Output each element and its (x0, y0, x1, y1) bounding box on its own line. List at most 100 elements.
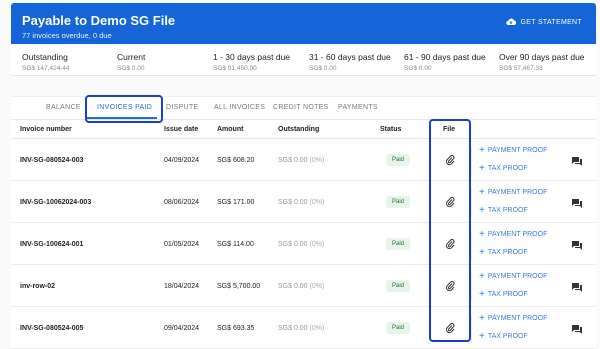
chat-icon[interactable] (571, 196, 583, 214)
plus-icon: + (479, 313, 485, 324)
add-tax-proof-button[interactable]: + TAX PROOF (479, 289, 528, 300)
outstanding-percent: (0%) (309, 199, 325, 206)
add-payment-proof-button[interactable]: + PAYMENT PROOF (479, 229, 548, 240)
add-tax-proof-button[interactable]: + TAX PROOF (479, 163, 528, 174)
table-row: inv-row-02 18/04/2024 SG$ 5,700.00 SG$ 0… (11, 265, 596, 307)
plus-icon: + (479, 271, 485, 282)
get-statement-label: GET STATEMENT (520, 18, 582, 26)
plus-icon: + (479, 289, 485, 300)
table-row: INV-SG-100624-001 01/05/2024 SG$ 114.00 … (11, 223, 596, 265)
page-subtitle: 77 invoices overdue, 0 due (22, 31, 112, 40)
row-divider (471, 315, 472, 343)
issue-date: 08/06/2024 (164, 199, 200, 206)
summary-current: Current SG$ 0.00 (117, 52, 145, 72)
summary-over-90: Over 90 days past due SG$ 57,467.33 (499, 52, 585, 72)
summary-61-90: 61 - 90 days past due SG$ 0.00 (404, 52, 486, 72)
summary-31-60: 31 - 60 days past due SG$ 0.00 (309, 52, 391, 72)
invoice-number[interactable]: INV-SG-080524-005 (20, 325, 83, 332)
table-row: INV-SG-080524-005 09/04/2024 SG$ 693.35 … (11, 307, 596, 349)
table-row: INV-SG-10062024-003 08/06/2024 SG$ 171.0… (11, 181, 596, 223)
amount: SG$ 608.20 (217, 157, 255, 164)
invoice-number[interactable]: inv-row-02 (20, 283, 55, 290)
add-tax-proof-button[interactable]: + TAX PROOF (479, 331, 528, 342)
col-outstanding: Outstanding (278, 126, 320, 133)
payment-proof-label: PAYMENT PROOF (487, 189, 548, 196)
status-badge: Paid (386, 196, 411, 208)
issue-date: 04/09/2024 (164, 157, 200, 164)
plus-icon: + (479, 187, 485, 198)
tax-proof-label: TAX PROOF (487, 333, 528, 340)
payment-proof-label: PAYMENT PROOF (487, 273, 548, 280)
payment-proof-label: PAYMENT PROOF (487, 231, 548, 238)
outstanding: SG$ 0.00 (0%) (278, 199, 324, 206)
plus-icon: + (479, 163, 485, 174)
table-row: INV-SG-080524-003 04/09/2024 SG$ 608.20 … (11, 139, 596, 181)
col-status: Status (380, 126, 402, 133)
status-badge: Paid (386, 238, 411, 250)
summary-1-30: 1 - 30 days past due SG$ 91,450.00 (213, 52, 290, 72)
tab-payments[interactable]: PAYMENTS (338, 104, 378, 111)
tab-all-invoices[interactable]: ALL INVOICES (214, 104, 265, 111)
add-payment-proof-button[interactable]: + PAYMENT PROOF (479, 271, 548, 282)
amount: SG$ 693.35 (217, 325, 255, 332)
summary-label: 1 - 30 days past due (213, 52, 291, 62)
aging-summary: Outstanding SG$ 147,424.44 Current SG$ 0… (11, 44, 596, 76)
col-invoice-number: Invoice number (20, 126, 72, 133)
highlight-invoices-paid-tab (85, 95, 163, 123)
summary-value: SG$ 0.00 (404, 65, 432, 72)
tax-proof-label: TAX PROOF (487, 165, 528, 172)
plus-icon: + (479, 331, 485, 342)
outstanding: SG$ 0.00 (0%) (278, 157, 324, 164)
outstanding-percent: (0%) (309, 157, 325, 164)
cloud-download-icon (505, 18, 516, 26)
outstanding-percent: (0%) (309, 241, 325, 248)
add-payment-proof-button[interactable]: + PAYMENT PROOF (479, 313, 548, 324)
chat-icon[interactable] (571, 322, 583, 340)
plus-icon: + (479, 229, 485, 240)
payment-proof-label: PAYMENT PROOF (487, 147, 548, 154)
tab-credit-notes[interactable]: CREDIT NOTES (273, 104, 329, 111)
add-tax-proof-button[interactable]: + TAX PROOF (479, 247, 528, 258)
outstanding-value: SG$ 0.00 (278, 157, 308, 164)
amount: SG$ 171.00 (217, 199, 255, 206)
highlight-file-column (429, 119, 471, 342)
plus-icon: + (479, 205, 485, 216)
summary-outstanding: Outstanding SG$ 147,424.44 (22, 52, 69, 72)
chat-icon[interactable] (571, 238, 583, 256)
payment-proof-label: PAYMENT PROOF (487, 315, 548, 322)
outstanding-value: SG$ 0.00 (278, 325, 308, 332)
row-divider (471, 189, 472, 217)
summary-label: Current (117, 52, 146, 62)
summary-label: Over 90 days past due (499, 52, 585, 62)
outstanding-value: SG$ 0.00 (278, 199, 308, 206)
outstanding-percent: (0%) (309, 325, 325, 332)
issue-date: 18/04/2024 (164, 283, 200, 290)
summary-label: 61 - 90 days past due (404, 52, 486, 62)
add-payment-proof-button[interactable]: + PAYMENT PROOF (479, 187, 548, 198)
invoice-number[interactable]: INV-SG-10062024-003 (20, 199, 91, 206)
add-tax-proof-button[interactable]: + TAX PROOF (479, 205, 528, 216)
status-badge: Paid (386, 280, 411, 292)
chat-icon[interactable] (571, 154, 583, 172)
summary-value: SG$ 91,450.00 (213, 65, 257, 72)
get-statement-button[interactable]: GET STATEMENT (505, 18, 582, 26)
tab-dispute[interactable]: DISPUTE (166, 104, 198, 111)
plus-icon: + (479, 145, 485, 156)
col-amount: Amount (217, 126, 244, 133)
outstanding-value: SG$ 0.00 (278, 283, 308, 290)
summary-label: 31 - 60 days past due (309, 52, 391, 62)
invoice-number[interactable]: INV-SG-100624-001 (20, 241, 83, 248)
row-divider (471, 273, 472, 301)
chat-icon[interactable] (571, 280, 583, 298)
status-badge: Paid (386, 154, 411, 166)
plus-icon: + (479, 247, 485, 258)
amount: SG$ 114.00 (217, 241, 254, 248)
tax-proof-label: TAX PROOF (487, 207, 528, 214)
invoice-number[interactable]: INV-SG-080524-003 (20, 157, 83, 164)
add-payment-proof-button[interactable]: + PAYMENT PROOF (479, 145, 548, 156)
status-badge: Paid (386, 322, 411, 334)
tab-balance[interactable]: BALANCE (46, 104, 81, 111)
tax-proof-label: TAX PROOF (487, 291, 528, 298)
tax-proof-label: TAX PROOF (487, 249, 528, 256)
outstanding-value: SG$ 0.00 (278, 241, 308, 248)
